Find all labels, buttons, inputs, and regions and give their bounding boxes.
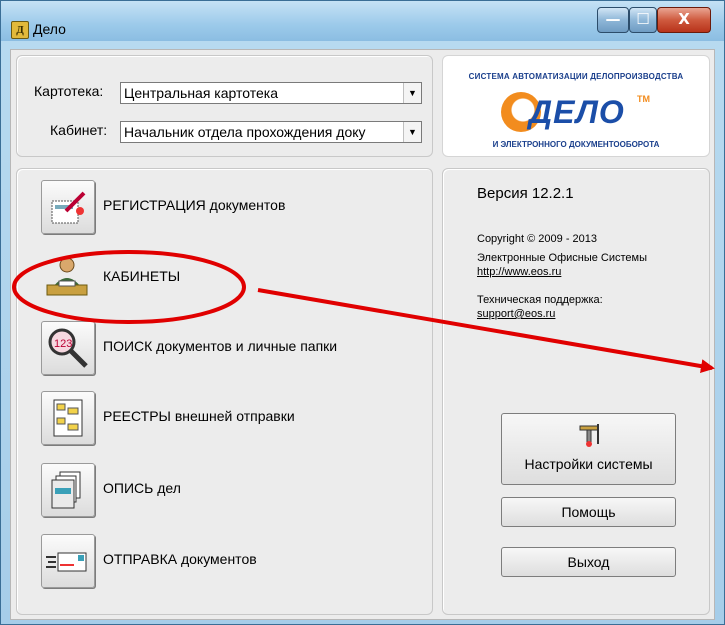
cabinets-icon[interactable]	[41, 251, 95, 305]
menu-item-search[interactable]: 123 ПОИСК документов и личные папки	[35, 321, 425, 375]
card-index-panel: Картотека: Центральная картотека ▼ Кабин…	[16, 55, 433, 157]
client-area: Картотека: Центральная картотека ▼ Кабин…	[10, 49, 715, 620]
menu-item-inventory[interactable]: ОПИСЬ дел	[35, 463, 425, 517]
registration-icon[interactable]	[41, 180, 95, 234]
menu-item-registers[interactable]: РЕЕСТРЫ внешней отправки	[35, 391, 425, 445]
kartoteka-value: Центральная картотека	[124, 85, 278, 101]
close-button[interactable]: X	[657, 7, 711, 33]
minimize-button[interactable]: —	[597, 7, 629, 33]
menu-item-cabinets[interactable]: КАБИНЕТЫ	[35, 251, 425, 305]
support-email-link[interactable]: support@eos.ru	[477, 308, 555, 321]
kabinet-label: Кабинет:	[50, 122, 108, 138]
tools-icon	[579, 424, 599, 447]
settings-label: Настройки системы	[524, 456, 653, 472]
settings-button[interactable]: Настройки системы	[501, 413, 676, 485]
logo-bottom-text: И ЭЛЕКТРОННОГО ДОКУМЕНТООБОРОТА	[492, 140, 660, 149]
dispatch-label: ОТПРАВКА документов	[103, 551, 257, 567]
menu-item-dispatch[interactable]: ОТПРАВКА документов	[35, 534, 425, 588]
search-label: ПОИСК документов и личные папки	[103, 338, 338, 354]
registration-label: РЕГИСТРАЦИЯ документов	[103, 197, 286, 213]
app-window: Д Дело — ☐ X Картотека: Центральная карт…	[0, 0, 725, 625]
website-link[interactable]: http://www.eos.ru	[477, 266, 561, 279]
app-icon[interactable]: Д	[11, 21, 29, 39]
kartoteka-select[interactable]: Центральная картотека ▼	[120, 82, 422, 104]
kartoteka-label: Картотека:	[34, 83, 104, 99]
inventory-label: ОПИСЬ дел	[103, 480, 181, 496]
logo-tm: ТМ	[637, 94, 650, 104]
inventory-icon[interactable]	[41, 463, 95, 517]
chevron-down-icon[interactable]: ▼	[403, 122, 421, 142]
logo-top-text: СИСТЕМА АВТОМАТИЗАЦИИ ДЕЛОПРОИЗВОДСТВА	[468, 72, 684, 81]
registers-label: РЕЕСТРЫ внешней отправки	[103, 408, 295, 424]
support-label: Техническая поддержка:	[477, 294, 603, 306]
company-text: Электронные Офисные Системы	[477, 252, 648, 264]
kabinet-select[interactable]: Начальник отдела прохождения доку ▼	[120, 121, 422, 143]
chevron-down-icon[interactable]: ▼	[403, 83, 421, 103]
logo-word: ДЕЛО	[529, 94, 625, 130]
magnifier-icon[interactable]: 123	[41, 321, 95, 375]
registers-icon[interactable]	[41, 391, 95, 445]
exit-button[interactable]: Выход	[501, 547, 676, 577]
info-panel: Версия 12.2.1 Copyright © 2009 - 2013 Эл…	[442, 168, 710, 615]
maximize-button[interactable]: ☐	[629, 7, 657, 33]
logo-panel: СИСТЕМА АВТОМАТИЗАЦИИ ДЕЛОПРОИЗВОДСТВА Д…	[442, 55, 710, 157]
cabinets-label: КАБИНЕТЫ	[103, 268, 181, 284]
menu-item-registration[interactable]: РЕГИСТРАЦИЯ документов	[35, 180, 425, 234]
help-button[interactable]: Помощь	[501, 497, 676, 527]
title-bar[interactable]: Д Дело — ☐ X	[1, 1, 724, 41]
svg-text:123: 123	[54, 338, 72, 350]
version-text: Версия 12.2.1	[477, 185, 574, 202]
window-title: Дело	[33, 21, 66, 37]
envelope-icon[interactable]	[41, 534, 95, 588]
kabinet-value: Начальник отдела прохождения доку	[124, 124, 366, 140]
copyright-text: Copyright © 2009 - 2013	[477, 233, 598, 245]
